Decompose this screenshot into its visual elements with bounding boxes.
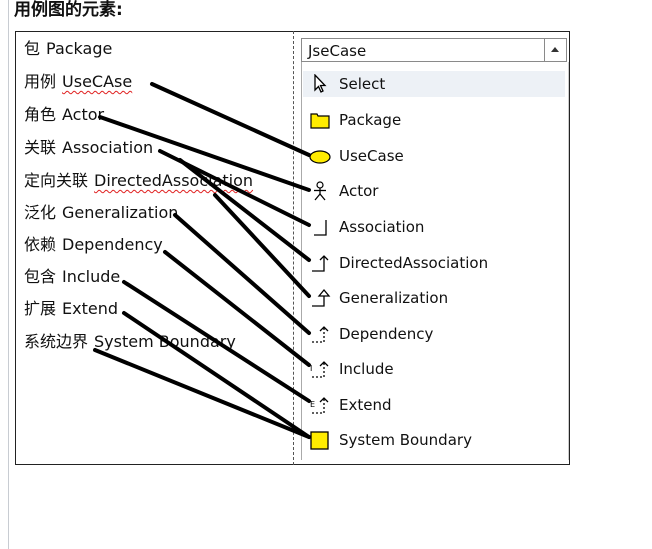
left-item-zh: 包 <box>24 39 41 58</box>
left-item-zh: 角色 <box>24 105 57 124</box>
directed-association-arrow-icon <box>312 255 329 272</box>
left-item-en: Association <box>62 138 154 157</box>
left-item-include: 包含 Include <box>24 267 120 287</box>
chevron-up-icon[interactable] <box>548 43 562 57</box>
left-item-usecase: 用例 UseCAse <box>24 72 132 92</box>
palette-category-value: JseCase <box>308 42 367 60</box>
actor-stick-figure-icon <box>314 181 326 201</box>
left-item-en: System Boundary <box>94 332 236 351</box>
left-item-zh: 定向关联 <box>24 171 89 190</box>
left-item-en: Generalization <box>62 203 179 222</box>
left-item-zh: 系统边界 <box>24 332 89 351</box>
left-item-zh: 扩展 <box>24 299 57 318</box>
palette-item-system-boundary[interactable]: System Boundary <box>309 427 559 453</box>
left-item-dependency: 依赖 Dependency <box>24 235 163 255</box>
left-item-en: Extend <box>62 299 119 318</box>
association-line-icon <box>314 220 327 236</box>
left-item-package: 包 Package <box>24 39 112 59</box>
left-item-zh: 依赖 <box>24 235 57 254</box>
palette-item-label: System Boundary <box>339 431 472 449</box>
palette-item-label: Generalization <box>339 289 449 307</box>
palette-item-include[interactable]: I Include <box>309 356 559 382</box>
left-item-zh: 用例 <box>24 72 57 91</box>
left-item-en: Dependency <box>62 235 163 254</box>
left-item-directed-association: 定向关联 DirectedAssociation <box>24 171 253 191</box>
left-item-actor: 角色 Actor <box>24 105 104 125</box>
palette-item-label: Dependency <box>339 325 434 343</box>
palette-item-label: Extend <box>339 396 392 414</box>
palette-item-usecase[interactable]: UseCase <box>309 143 559 169</box>
palette-item-association[interactable]: Association <box>309 214 559 240</box>
left-item-association: 关联 Association <box>24 138 153 158</box>
left-item-generalization: 泛化 Generalization <box>24 203 178 223</box>
left-guide-line <box>0 0 9 549</box>
system-boundary-box-icon <box>310 431 329 450</box>
palette-item-label: UseCase <box>339 147 404 165</box>
palette-item-label: Include <box>339 360 394 378</box>
palette-item-label: Actor <box>339 182 379 200</box>
package-icon <box>310 113 330 129</box>
left-item-en: Package <box>46 39 113 58</box>
svg-text:E: E <box>310 400 315 409</box>
left-item-en: Include <box>62 267 121 286</box>
palette-item-select[interactable]: Select <box>303 71 565 97</box>
palette-item-label: Select <box>339 75 386 93</box>
left-item-zh: 包含 <box>24 267 57 286</box>
palette-item-dependency[interactable]: Dependency <box>309 321 559 347</box>
palette-item-package[interactable]: Package <box>309 107 559 133</box>
panel-divider <box>293 31 294 465</box>
left-item-zh: 泛化 <box>24 203 57 222</box>
palette-item-label: Package <box>339 111 402 129</box>
palette-category-select[interactable]: JseCase <box>301 38 567 62</box>
palette-item-actor[interactable]: Actor <box>309 178 559 204</box>
cursor-icon <box>314 74 327 93</box>
include-arrow-icon: I <box>310 361 329 378</box>
left-item-zh: 关联 <box>24 138 57 157</box>
generalization-arrow-icon <box>312 288 331 307</box>
left-item-en: DirectedAssociation <box>94 171 254 190</box>
palette-item-label: Association <box>339 218 425 236</box>
left-item-en: UseCAse <box>62 72 133 91</box>
palette-item-extend[interactable]: E Extend <box>309 392 559 418</box>
left-item-system-boundary: 系统边界 System Boundary <box>24 332 236 352</box>
palette-item-label: DirectedAssociation <box>339 254 489 272</box>
page-title: 用例图的元素: <box>14 0 123 20</box>
extend-arrow-icon: E <box>310 397 329 414</box>
palette-item-generalization[interactable]: Generalization <box>309 285 559 311</box>
dependency-dashed-arrow-icon <box>312 326 329 343</box>
palette-item-directed-association[interactable]: DirectedAssociation <box>309 250 559 276</box>
usecase-ellipse-icon <box>309 150 331 164</box>
combo-separator <box>544 39 545 61</box>
left-item-en: Actor <box>62 105 105 124</box>
svg-text:I: I <box>310 364 312 373</box>
left-item-extend: 扩展 Extend <box>24 299 118 319</box>
